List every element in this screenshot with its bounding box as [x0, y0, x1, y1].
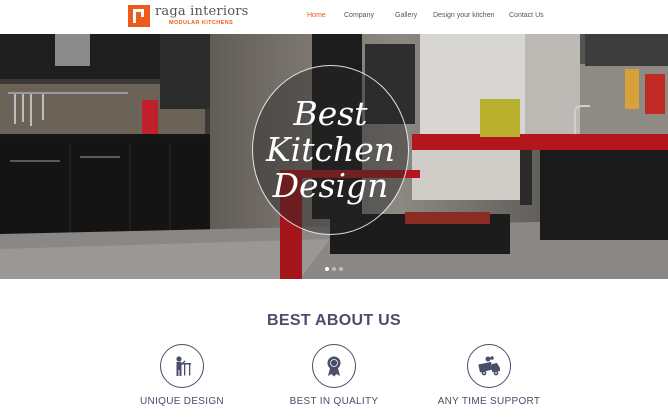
feature-label: ANY TIME SUPPORT — [437, 396, 541, 407]
nav-company[interactable]: Company — [344, 12, 374, 19]
award-medal-icon — [312, 344, 356, 388]
delivery-truck-icon — [467, 344, 511, 388]
hero-line-2: Kitchen — [266, 130, 395, 169]
feature-best-quality: BEST IN QUALITY — [274, 344, 394, 407]
brand-name: raga interiors — [155, 4, 249, 19]
designer-icon — [160, 344, 204, 388]
hero-slider[interactable]: Best Kitchen Design — [0, 34, 668, 279]
brand-tagline: MODULAR KITCHENS — [169, 20, 234, 26]
nav-contact-us[interactable]: Contact Us — [509, 12, 544, 19]
slider-dot-1[interactable] — [325, 267, 329, 271]
slider-dot-2[interactable] — [332, 267, 336, 271]
nav-home[interactable]: Home — [307, 12, 326, 19]
slider-pagination — [325, 267, 343, 271]
hero-line-1: Best — [293, 94, 368, 133]
slider-dot-3[interactable] — [339, 267, 343, 271]
section-title: BEST ABOUT US — [267, 312, 401, 329]
feature-unique-design: UNIQUE DESIGN — [122, 344, 242, 407]
nav-gallery[interactable]: Gallery — [395, 12, 417, 19]
logo-mark-icon — [128, 5, 150, 27]
brand-logo[interactable]: raga interiors MODULAR KITCHENS — [128, 5, 249, 27]
feature-label: BEST IN QUALITY — [289, 396, 379, 407]
hero-line-3: Design — [272, 166, 389, 205]
nav-design-your-kitchen[interactable]: Design your kitchen — [433, 12, 494, 19]
logo-text: raga interiors MODULAR KITCHENS — [155, 4, 249, 27]
feature-any-time-support: ANY TIME SUPPORT — [429, 344, 549, 407]
feature-label: UNIQUE DESIGN — [140, 396, 224, 407]
hero-headline-badge: Best Kitchen Design — [252, 65, 409, 235]
site-header: raga interiors MODULAR KITCHENS Home Com… — [0, 0, 668, 34]
